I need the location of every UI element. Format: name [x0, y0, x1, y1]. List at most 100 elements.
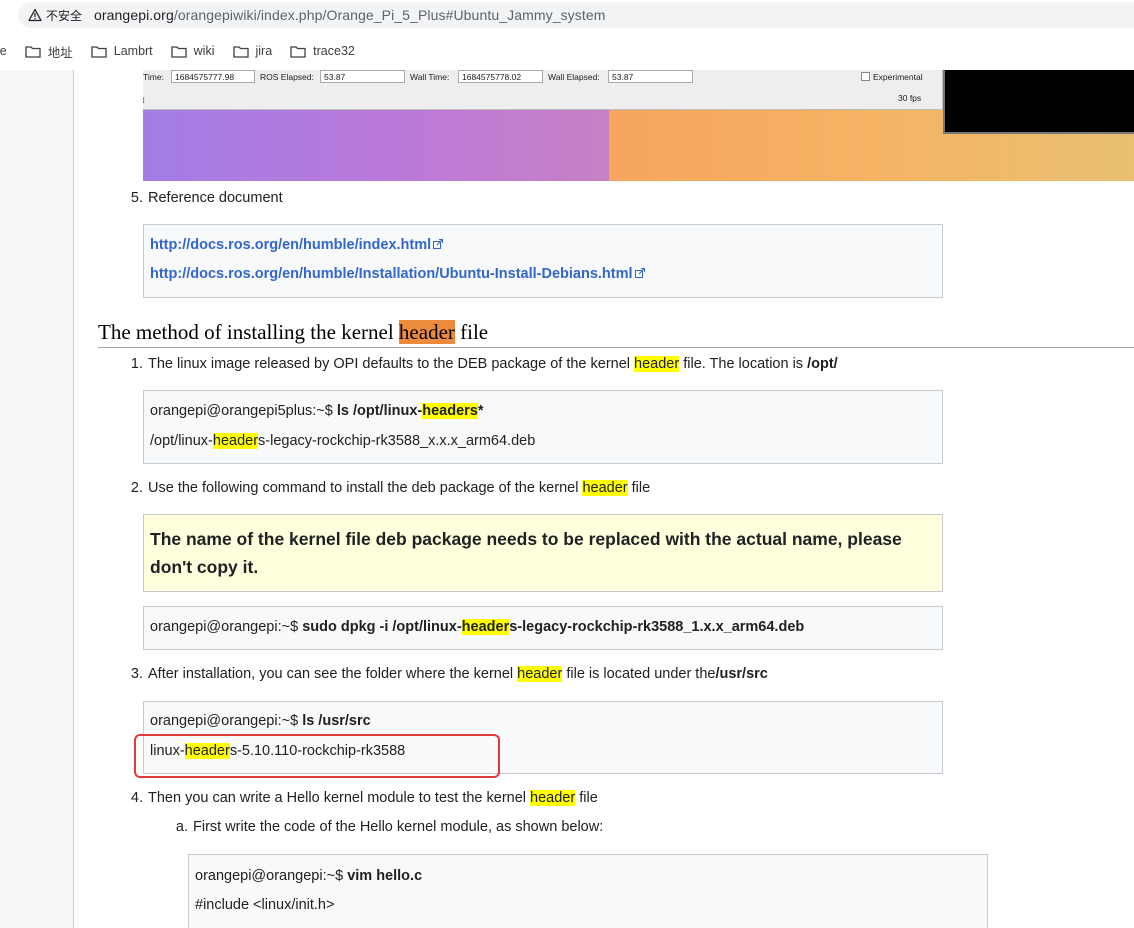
url-text[interactable]: orangepi.org/orangepiwiki/index.php/Oran…	[94, 7, 606, 23]
fps-label: 30 fps	[898, 93, 922, 103]
folder-icon	[232, 45, 249, 58]
step-text: The linux image released by OPI defaults…	[148, 356, 635, 372]
bookmark-ie[interactable]: ie	[0, 44, 7, 58]
highlight-header: headers	[422, 403, 478, 419]
list-text: Reference document	[148, 190, 283, 206]
warning-text-line-2: don't copy it.	[150, 557, 259, 577]
code-line: orangepi@orangepi:~$ sudo dpkg -i /opt/l…	[150, 619, 804, 635]
experimental-checkbox	[861, 72, 870, 81]
ros-elapsed-label: ROS Elapsed:	[260, 72, 314, 82]
heading-text-pre: The method of installing the kernel	[98, 320, 399, 344]
wall-time-field: 1684575778.02	[458, 70, 543, 83]
code-line: /opt/linux-headers-legacy-rockchip-rk358…	[150, 433, 535, 449]
step-text: file	[575, 790, 598, 806]
step-text: First write the code of the Hello kernel…	[193, 819, 604, 835]
experimental-label: Experimental	[873, 72, 923, 82]
shell-command: ls /usr/src	[302, 713, 371, 729]
shell-command: vim hello.c	[347, 868, 423, 884]
list-item-step-1: 1. The linux image released by OPI defaul…	[126, 356, 838, 372]
highlight-header: header	[582, 480, 628, 496]
left-sidebar	[0, 70, 74, 928]
external-link-icon	[634, 268, 645, 278]
ros-elapsed-field: 53.87	[320, 70, 405, 83]
warning-note-box: The name of the kernel file deb package …	[143, 514, 943, 592]
shell-prompt: orangepi@orangepi:~$	[150, 619, 303, 635]
red-annotation-box	[134, 734, 500, 778]
list-number: 1.	[130, 356, 143, 372]
list-item-step-2: 2. Use the following command to install t…	[126, 480, 650, 496]
link-text[interactable]: http://docs.ros.org/en/humble/Installati…	[150, 266, 633, 282]
address-bar: 不安全 orangepi.org/orangepiwiki/index.php/…	[0, 0, 1134, 30]
folder-icon	[290, 45, 306, 58]
bookmark-folder-wiki[interactable]: wiki	[171, 44, 215, 58]
folder-icon	[25, 45, 41, 58]
code-box-step-4: orangepi@orangepi:~$ vim hello.c #includ…	[188, 854, 988, 928]
bookmark-folder-lambrt[interactable]: Lambrt	[91, 44, 153, 58]
reference-link-1[interactable]: http://docs.ros.org/en/humble/index.html	[150, 237, 444, 253]
bookmark-folder-trace32[interactable]: trace32	[290, 44, 355, 58]
code-box-step-1: orangepi@orangepi5plus:~$ ls /opt/linux-…	[143, 390, 943, 464]
step-bold: /opt/	[807, 356, 838, 372]
highlight-header: header	[517, 666, 563, 682]
shell-prompt: orangepi@orangepi:~$	[150, 713, 303, 729]
list-item-step-3: 3. After installation, you can see the fo…	[126, 666, 768, 682]
step-bold: /usr/src	[715, 666, 768, 682]
bookmark-label: trace32	[313, 44, 355, 58]
bookmark-folder-jira[interactable]: jira	[232, 44, 273, 58]
code-output: /opt/linux-	[150, 433, 213, 449]
ros-screenshot-image: Time: 1684575777.98 ROS Elapsed: 53.87 W…	[143, 70, 1134, 181]
list-item-step-4a: a. First write the code of the Hello kern…	[171, 819, 603, 835]
step-text: Use the following command to install the…	[148, 480, 583, 496]
list-item-reference: 5. Reference document	[126, 190, 283, 206]
time-field: 1684575777.98	[171, 70, 255, 83]
list-item-step-4: 4. Then you can write a Hello kernel modu…	[126, 790, 598, 806]
heading-text-post: file	[454, 320, 489, 344]
wall-time-label: Wall Time:	[410, 72, 450, 82]
bookmarks-bar: ie 地址 Lambrt wiki jira trace32	[0, 38, 1134, 64]
warning-icon[interactable]	[28, 8, 42, 22]
step-text: file	[627, 480, 651, 496]
step-text: file. The location is	[679, 356, 808, 372]
highlight-header: header	[530, 790, 576, 806]
folder-icon	[91, 45, 107, 58]
list-number: a.	[175, 819, 188, 835]
code-line: orangepi@orangepi:~$ vim hello.c	[195, 868, 422, 884]
code-line: orangepi@orangepi5plus:~$ ls /opt/linux-…	[150, 403, 484, 419]
terminal-window-black	[943, 70, 1134, 134]
step-text: After installation, you can see the fold…	[148, 666, 518, 682]
time-label: Time:	[143, 72, 164, 82]
bookmark-label: jira	[255, 44, 273, 58]
wall-elapsed-field: 53.87	[608, 70, 693, 83]
bookmark-label: wiki	[193, 44, 215, 58]
highlight-header: header	[461, 619, 510, 635]
url-field[interactable]: 不安全 orangepi.org/orangepiwiki/index.php/…	[18, 2, 1134, 28]
list-number: 5.	[130, 190, 143, 206]
bookmark-label: 地址	[47, 45, 73, 60]
shell-command: ls /opt/linux-	[336, 403, 423, 419]
external-link-icon	[433, 239, 444, 249]
code-line: orangepi@orangepi:~$ ls /usr/src	[150, 713, 371, 729]
rviz-time-panel: Time: 1684575777.98 ROS Elapsed: 53.87 W…	[143, 70, 943, 110]
link-text[interactable]: http://docs.ros.org/en/humble/index.html	[150, 237, 431, 253]
url-path: /orangepiwiki/index.php/Orange_Pi_5_Plus…	[173, 7, 606, 23]
bookmark-label: Lambrt	[113, 44, 153, 58]
list-number: 2.	[130, 480, 143, 496]
panel-fragment-text: t	[143, 95, 145, 105]
list-number: 4.	[130, 790, 143, 806]
highlight-header: header	[212, 433, 259, 449]
highlight-header: header	[634, 356, 680, 372]
wiki-page: Time: 1684575777.98 ROS Elapsed: 53.87 W…	[0, 70, 1134, 928]
not-secure-label[interactable]: 不安全	[46, 7, 82, 24]
heading-highlight: header	[398, 320, 455, 344]
bookmark-folder-address[interactable]: 地址	[25, 42, 73, 61]
shell-command: *	[477, 403, 484, 419]
shell-command: sudo dpkg -i /opt/linux-	[302, 619, 462, 635]
warning-text-line-1: The name of the kernel file deb package …	[150, 529, 902, 549]
folder-icon	[171, 45, 187, 58]
section-heading: The method of installing the kernel head…	[98, 320, 1134, 348]
shell-prompt: orangepi@orangepi5plus:~$	[150, 403, 337, 419]
url-host: orangepi.org	[94, 7, 174, 23]
reference-links-box: http://docs.ros.org/en/humble/index.html…	[143, 224, 943, 298]
shell-prompt: orangepi@orangepi:~$	[195, 868, 348, 884]
reference-link-2[interactable]: http://docs.ros.org/en/humble/Installati…	[150, 266, 645, 282]
